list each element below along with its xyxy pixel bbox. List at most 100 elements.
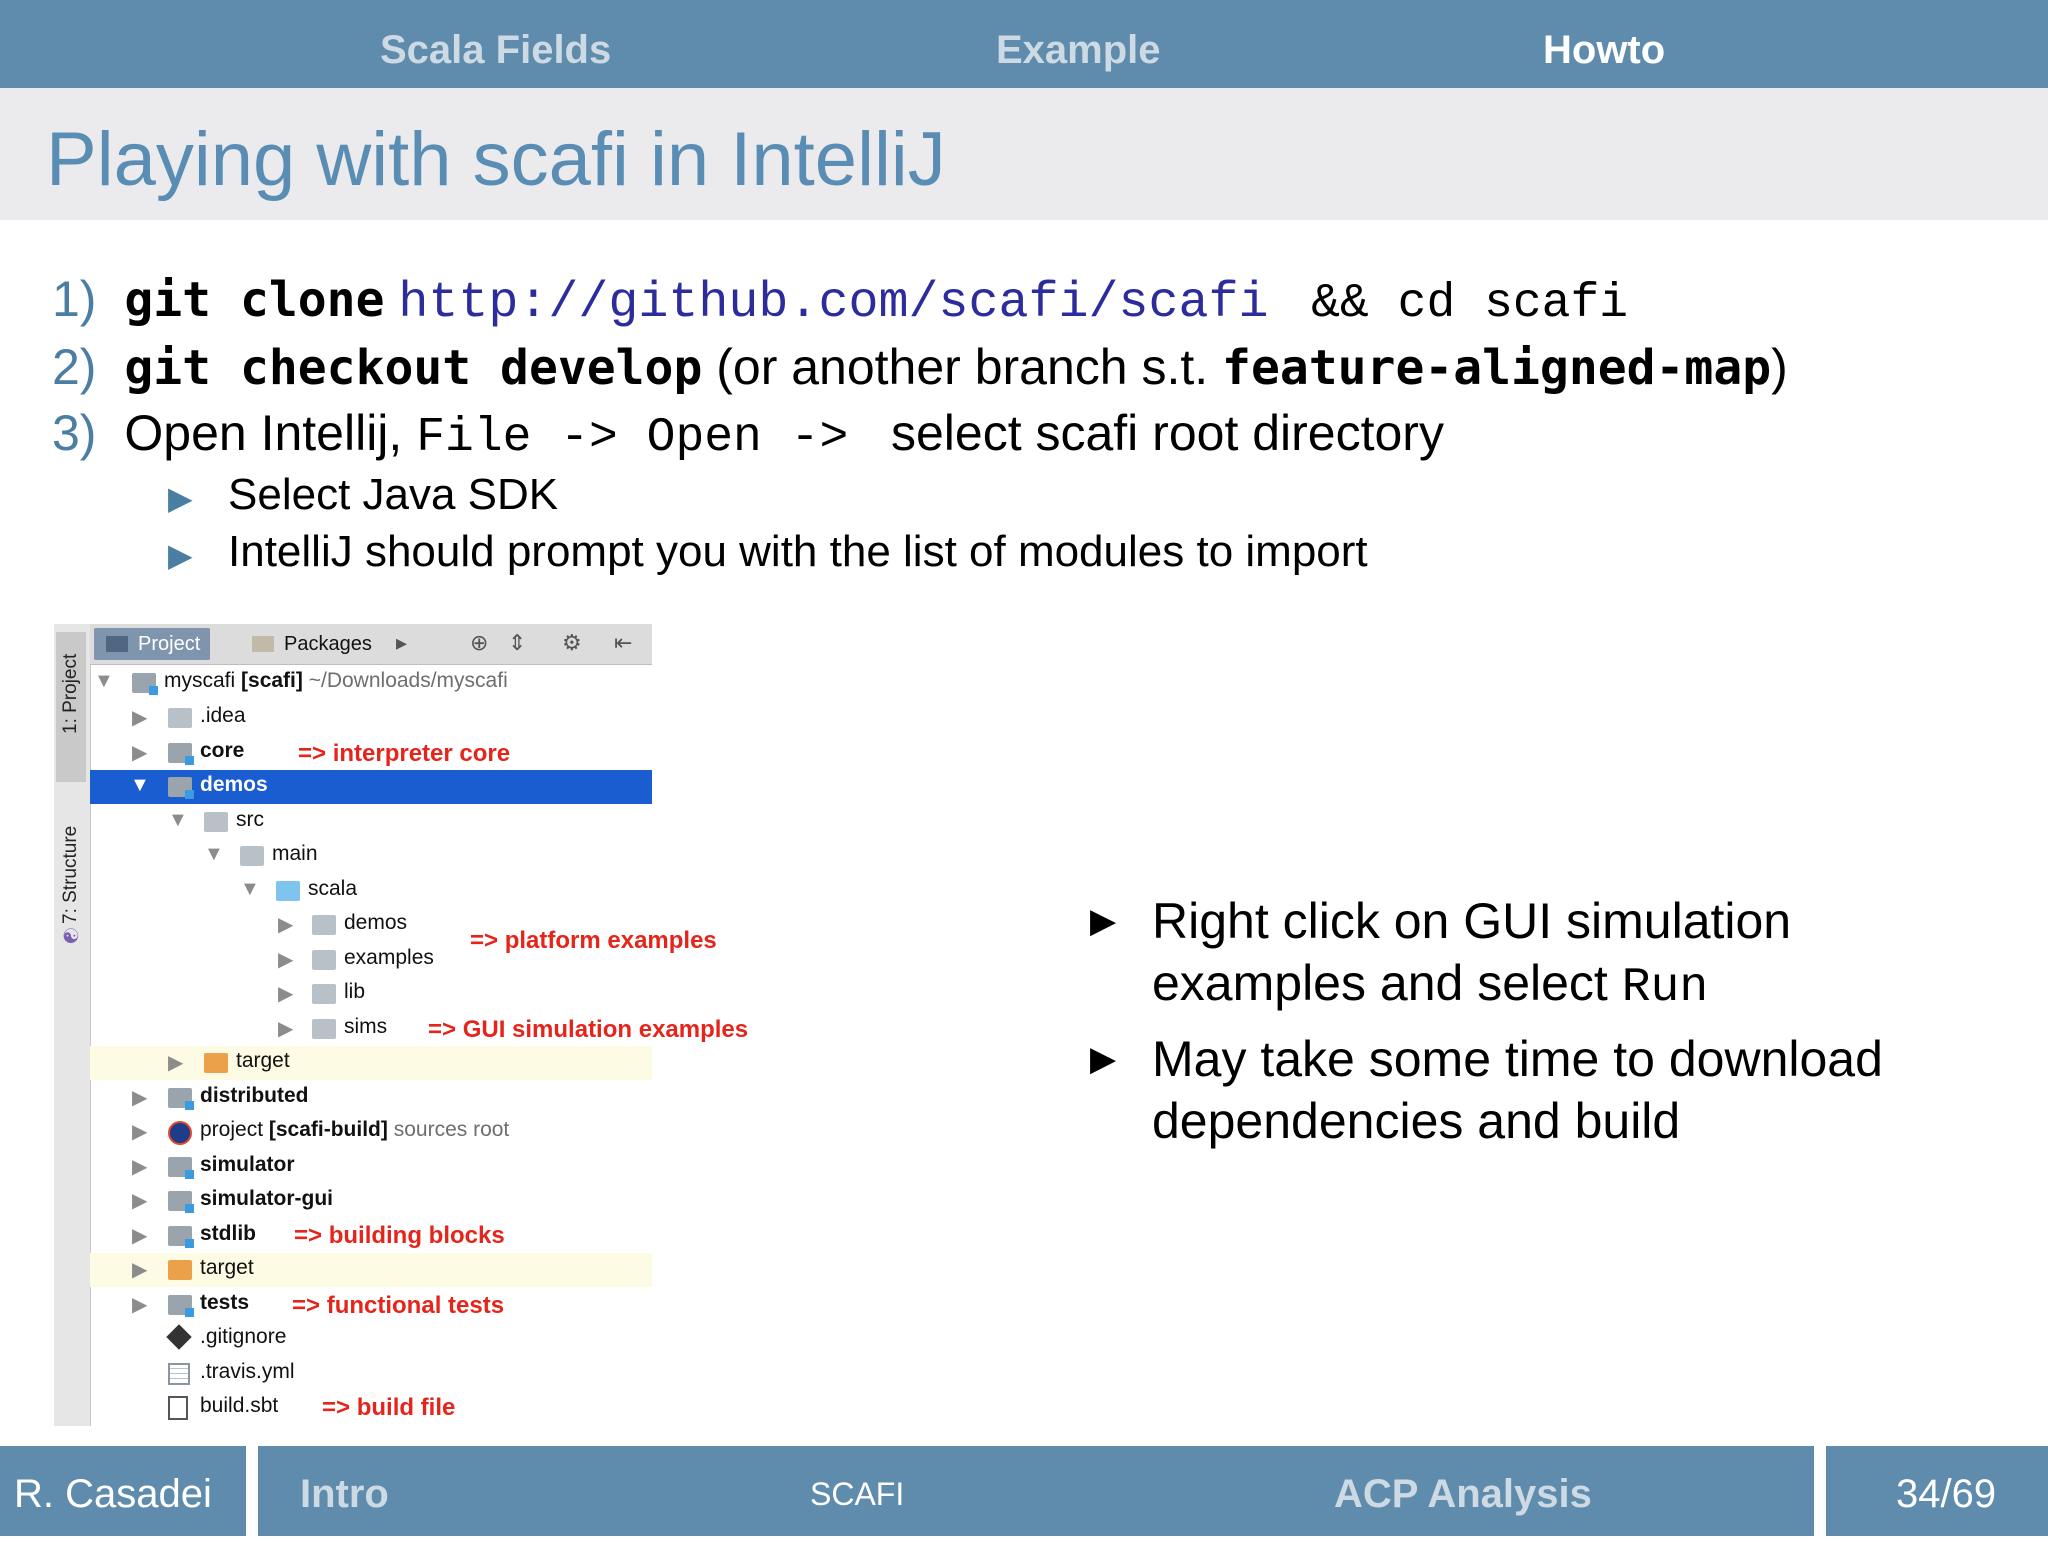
tree-row-distributed[interactable]: ▶ distributed: [90, 1081, 652, 1115]
hide-panel-icon[interactable]: ⇤: [614, 630, 632, 656]
expand-arrow-icon[interactable]: ▼: [240, 878, 260, 901]
tree-row-target-root[interactable]: ▶ target: [90, 1253, 652, 1287]
module-folder-icon: [168, 743, 194, 765]
nav-item-scala-fields[interactable]: Scala Fields: [380, 0, 611, 88]
expand-arrow-icon[interactable]: ▶: [132, 1154, 147, 1179]
footer-page-box: 34/69: [1826, 1446, 2048, 1536]
repo-url-link[interactable]: http://github.com/scafi/scafi: [398, 275, 1268, 332]
yaml-file-icon: [168, 1363, 190, 1385]
sub-bullet: ▶ Select Java SDK: [168, 470, 558, 520]
top-navigation: Scala Fields Example Howto: [0, 0, 2048, 88]
tree-row-src[interactable]: ▼ src: [90, 805, 652, 839]
locate-icon[interactable]: ⊕: [470, 630, 488, 656]
right-bullet-line: examples and select Run: [1152, 955, 1709, 1015]
annotation-interpreter-core: => interpreter core: [298, 740, 511, 767]
expand-arrow-icon[interactable]: ▼: [204, 843, 224, 866]
module-folder-icon: [168, 777, 194, 799]
folder-icon: [240, 846, 264, 866]
sub-bullet: ▶ IntelliJ should prompt you with the lis…: [168, 527, 1368, 577]
project-tab-icon: [106, 636, 128, 652]
tree-item-label: distributed: [200, 1084, 309, 1107]
tree-item-label: main: [272, 842, 318, 865]
expand-arrow-icon[interactable]: ▶: [132, 705, 147, 730]
footer-section-intro[interactable]: Intro: [300, 1446, 389, 1542]
expand-arrow-icon[interactable]: ▶: [132, 1292, 147, 1317]
expand-arrow-icon[interactable]: ▶: [278, 981, 293, 1006]
expand-arrow-icon[interactable]: ▼: [130, 774, 150, 797]
tree-row-simulator[interactable]: ▶ simulator: [90, 1150, 652, 1184]
expand-arrow-icon[interactable]: ▼: [94, 670, 114, 693]
module-folder-icon: [168, 1157, 194, 1179]
tree-item-label: target: [200, 1256, 254, 1279]
tree-item-label: src: [236, 808, 264, 831]
tree-item-label: examples: [344, 946, 434, 969]
footer-center-title: SCAFI: [810, 1476, 905, 1512]
right-bullet-line: May take some time to download: [1152, 1031, 1883, 1087]
tree-item-label: myscafi [scafi] ~/Downloads/myscafi: [164, 669, 508, 692]
step-3-text: Open Intellij,: [124, 405, 417, 461]
tab-project[interactable]: Project: [94, 628, 211, 660]
step-3-rest: select scafi root directory: [877, 405, 1444, 461]
module-folder-icon: [168, 1191, 194, 1213]
tree-item-label: demos: [200, 773, 268, 796]
tree-row-lib[interactable]: ▶ lib: [90, 977, 652, 1011]
excluded-folder-icon: [204, 1053, 228, 1073]
module-folder-icon: [168, 1088, 194, 1110]
tree-item-label: .idea: [200, 704, 246, 727]
step-3: 3) Open Intellij, File -> Open -> select…: [52, 404, 1444, 465]
expand-arrow-icon[interactable]: ▶: [278, 947, 293, 972]
run-command: Run: [1621, 961, 1709, 1015]
tree-row-demos-selected[interactable]: ▼ demos: [90, 770, 652, 804]
expand-arrow-icon[interactable]: ▶: [132, 1223, 147, 1248]
package-icon: [312, 950, 336, 970]
bullet-arrow-icon: ▶: [1090, 902, 1117, 940]
excluded-folder-icon: [168, 1260, 192, 1280]
tabs-more-icon[interactable]: ▸: [396, 630, 407, 656]
expand-arrow-icon[interactable]: ▶: [132, 1085, 147, 1110]
tree-item-label: simulator-gui: [200, 1187, 334, 1210]
right-bullet-line: dependencies and build: [1152, 1093, 1681, 1149]
tree-row-simulator-gui[interactable]: ▶ simulator-gui: [90, 1184, 652, 1218]
tab-packages[interactable]: Packages: [240, 628, 382, 660]
tree-row-idea[interactable]: ▶ .idea: [90, 701, 652, 735]
tree-item-label: .travis.yml: [200, 1360, 295, 1383]
tree-item-label: tests: [200, 1291, 250, 1314]
nav-item-howto[interactable]: Howto: [1543, 0, 1665, 88]
annotation-building-blocks: => building blocks: [294, 1222, 505, 1249]
cd-command: && cd scafi: [1282, 277, 1629, 331]
expand-arrow-icon[interactable]: ▶: [278, 1016, 293, 1041]
tree-row-travis[interactable]: .travis.yml: [90, 1357, 652, 1391]
tree-item-label: demos: [344, 911, 408, 934]
folder-icon: [204, 812, 228, 832]
nav-item-example[interactable]: Example: [996, 0, 1161, 88]
packages-tab-icon: [252, 636, 274, 652]
expand-arrow-icon[interactable]: ▶: [132, 1257, 147, 1282]
side-tab-project[interactable]: 1: Project: [60, 654, 82, 734]
expand-arrow-icon[interactable]: ▶: [278, 912, 293, 937]
folder-icon: [168, 708, 192, 728]
expand-arrow-icon[interactable]: ▶: [132, 1119, 147, 1144]
tree-row-gitignore[interactable]: .gitignore: [90, 1322, 652, 1356]
side-tab-structure[interactable]: 7: Structure: [60, 826, 82, 924]
tree-row-target-demos[interactable]: ▶ target: [90, 1046, 652, 1080]
footer-page-number: 34/69: [1896, 1472, 1997, 1516]
footer-section-acp[interactable]: ACP Analysis: [1334, 1446, 1592, 1542]
gear-icon[interactable]: ⚙: [562, 630, 582, 656]
tree-row-scala[interactable]: ▼ scala: [90, 874, 652, 908]
tree-row-main[interactable]: ▼ main: [90, 839, 652, 873]
tree-row-project[interactable]: ▶ project [scafi-build] sources root: [90, 1115, 652, 1149]
tree-item-label: build.sbt: [200, 1394, 279, 1417]
page-title: Playing with scafi in IntelliJ: [46, 117, 946, 202]
expand-arrow-icon[interactable]: ▶: [168, 1050, 183, 1075]
expand-arrow-icon[interactable]: ▶: [132, 1188, 147, 1213]
tree-row-root[interactable]: ▼ myscafi [scafi] ~/Downloads/myscafi: [90, 666, 652, 700]
module-folder-icon: [132, 673, 158, 695]
annotation-build-file: => build file: [322, 1394, 456, 1421]
tree-item-label: target: [236, 1049, 290, 1072]
tree-item-label: sims: [344, 1015, 388, 1038]
expand-arrow-icon[interactable]: ▼: [168, 809, 188, 832]
module-folder-icon: [168, 1226, 194, 1248]
tree-item-label: core: [200, 739, 245, 762]
collapse-icon[interactable]: ⇕: [508, 630, 526, 656]
expand-arrow-icon[interactable]: ▶: [132, 740, 147, 765]
